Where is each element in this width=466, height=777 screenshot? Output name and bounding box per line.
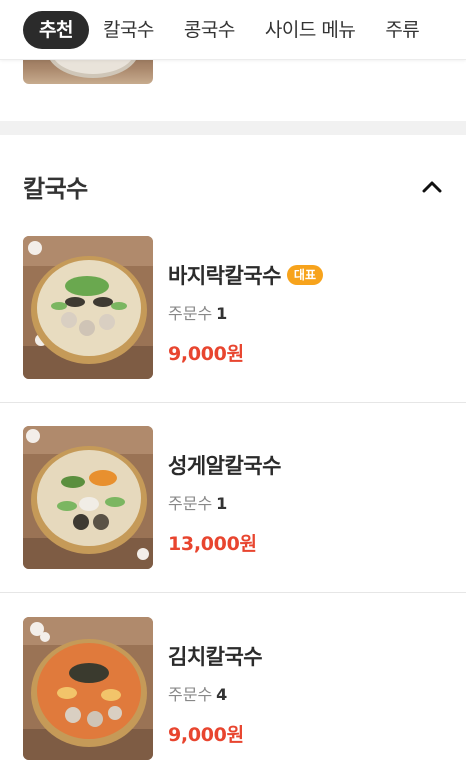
item-price: 9,000원 (168, 724, 244, 746)
item-info: 바지락칼국수 대표 주문수 1 9,000원 (168, 260, 324, 366)
food-image (23, 617, 153, 760)
menu-item[interactable]: 바지락칼국수 대표 주문수 1 9,000원 (0, 236, 466, 403)
menu-item[interactable]: 김치칼국수 주문수 4 9,000원 (0, 617, 466, 777)
item-price: 13,000원 (168, 533, 257, 555)
tab-side-menu[interactable]: 사이드 메뉴 (265, 11, 356, 49)
tab-kongguksu[interactable]: 콩국수 (184, 11, 235, 49)
signature-badge: 대표 (286, 265, 324, 285)
food-image (23, 426, 153, 569)
order-count-label: 주문수 (168, 304, 213, 323)
section-divider (0, 121, 466, 135)
tab-drinks[interactable]: 주류 (385, 11, 419, 49)
section-header[interactable]: 칼국수 (23, 166, 443, 206)
order-count-label: 주문수 (168, 494, 213, 513)
order-count-value: 4 (216, 685, 228, 704)
tab-recommended[interactable]: 추천 (23, 10, 89, 49)
order-count: 주문수 4 (168, 681, 262, 705)
item-name: 성게알칼국수 (168, 454, 281, 478)
menu-item[interactable]: 성게알칼국수 주문수 1 13,000원 (0, 426, 466, 593)
order-count: 주문수 1 (168, 490, 281, 514)
order-count-label: 주문수 (168, 685, 213, 704)
order-count-value: 1 (216, 494, 228, 513)
item-name: 김치칼국수 (168, 645, 263, 669)
order-count: 주문수 1 (168, 300, 323, 324)
tab-kalguksu[interactable]: 칼국수 (103, 11, 154, 49)
item-info: 김치칼국수 주문수 4 9,000원 (168, 641, 263, 747)
order-count-value: 1 (216, 304, 228, 323)
item-price: 9,000원 (168, 343, 244, 365)
item-info: 성게알칼국수 주문수 1 13,000원 (168, 450, 281, 556)
category-tab-bar: 추천 칼국수 콩국수 사이드 메뉴 주류 (0, 0, 466, 60)
chevron-up-icon[interactable] (421, 175, 443, 197)
section-title: 칼국수 (23, 174, 88, 203)
item-name: 바지락칼국수 (168, 264, 281, 288)
food-image (23, 236, 153, 379)
